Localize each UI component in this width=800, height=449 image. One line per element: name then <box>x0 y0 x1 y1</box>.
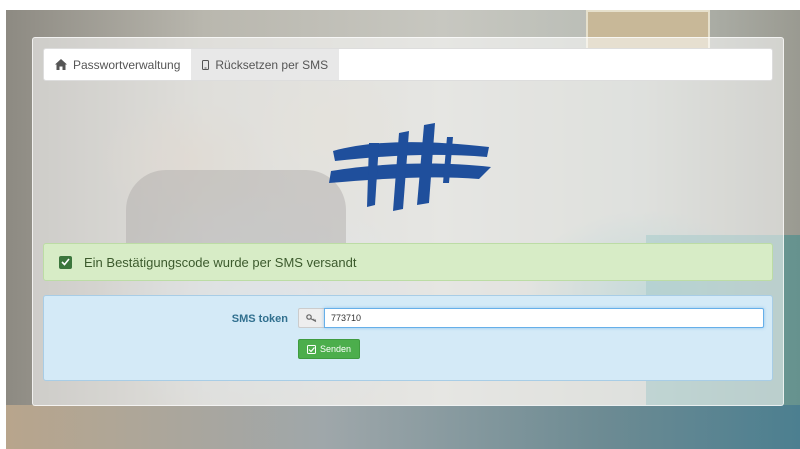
check-square-icon <box>59 255 72 269</box>
mobile-icon <box>202 59 210 70</box>
alert-message: Ein Bestätigungscode wurde per SMS versa… <box>84 254 357 270</box>
navbar: Passwortverwaltung Rücksetzen per SMS <box>43 48 773 81</box>
main-container: Passwortverwaltung Rücksetzen per SMS Ei… <box>32 37 784 406</box>
key-icon <box>298 308 324 328</box>
sms-token-input-group <box>298 308 764 328</box>
sms-token-form: SMS token Senden <box>43 295 773 381</box>
sms-token-input[interactable] <box>324 308 764 328</box>
check-square-icon <box>307 344 316 354</box>
home-icon <box>55 59 67 70</box>
tab-label: Rücksetzen per SMS <box>215 57 329 72</box>
tab-label: Passwortverwaltung <box>73 57 181 72</box>
senden-button[interactable]: Senden <box>298 339 361 359</box>
success-alert: Ein Bestätigungscode wurde per SMS versa… <box>43 243 773 281</box>
background-floor <box>6 405 800 449</box>
sms-token-label: SMS token <box>231 313 288 325</box>
logo <box>329 123 493 215</box>
tab-passwortverwaltung[interactable]: Passwortverwaltung <box>44 49 191 80</box>
senden-label: Senden <box>320 344 352 354</box>
tab-ruecksetzen-per-sms[interactable]: Rücksetzen per SMS <box>191 49 340 80</box>
